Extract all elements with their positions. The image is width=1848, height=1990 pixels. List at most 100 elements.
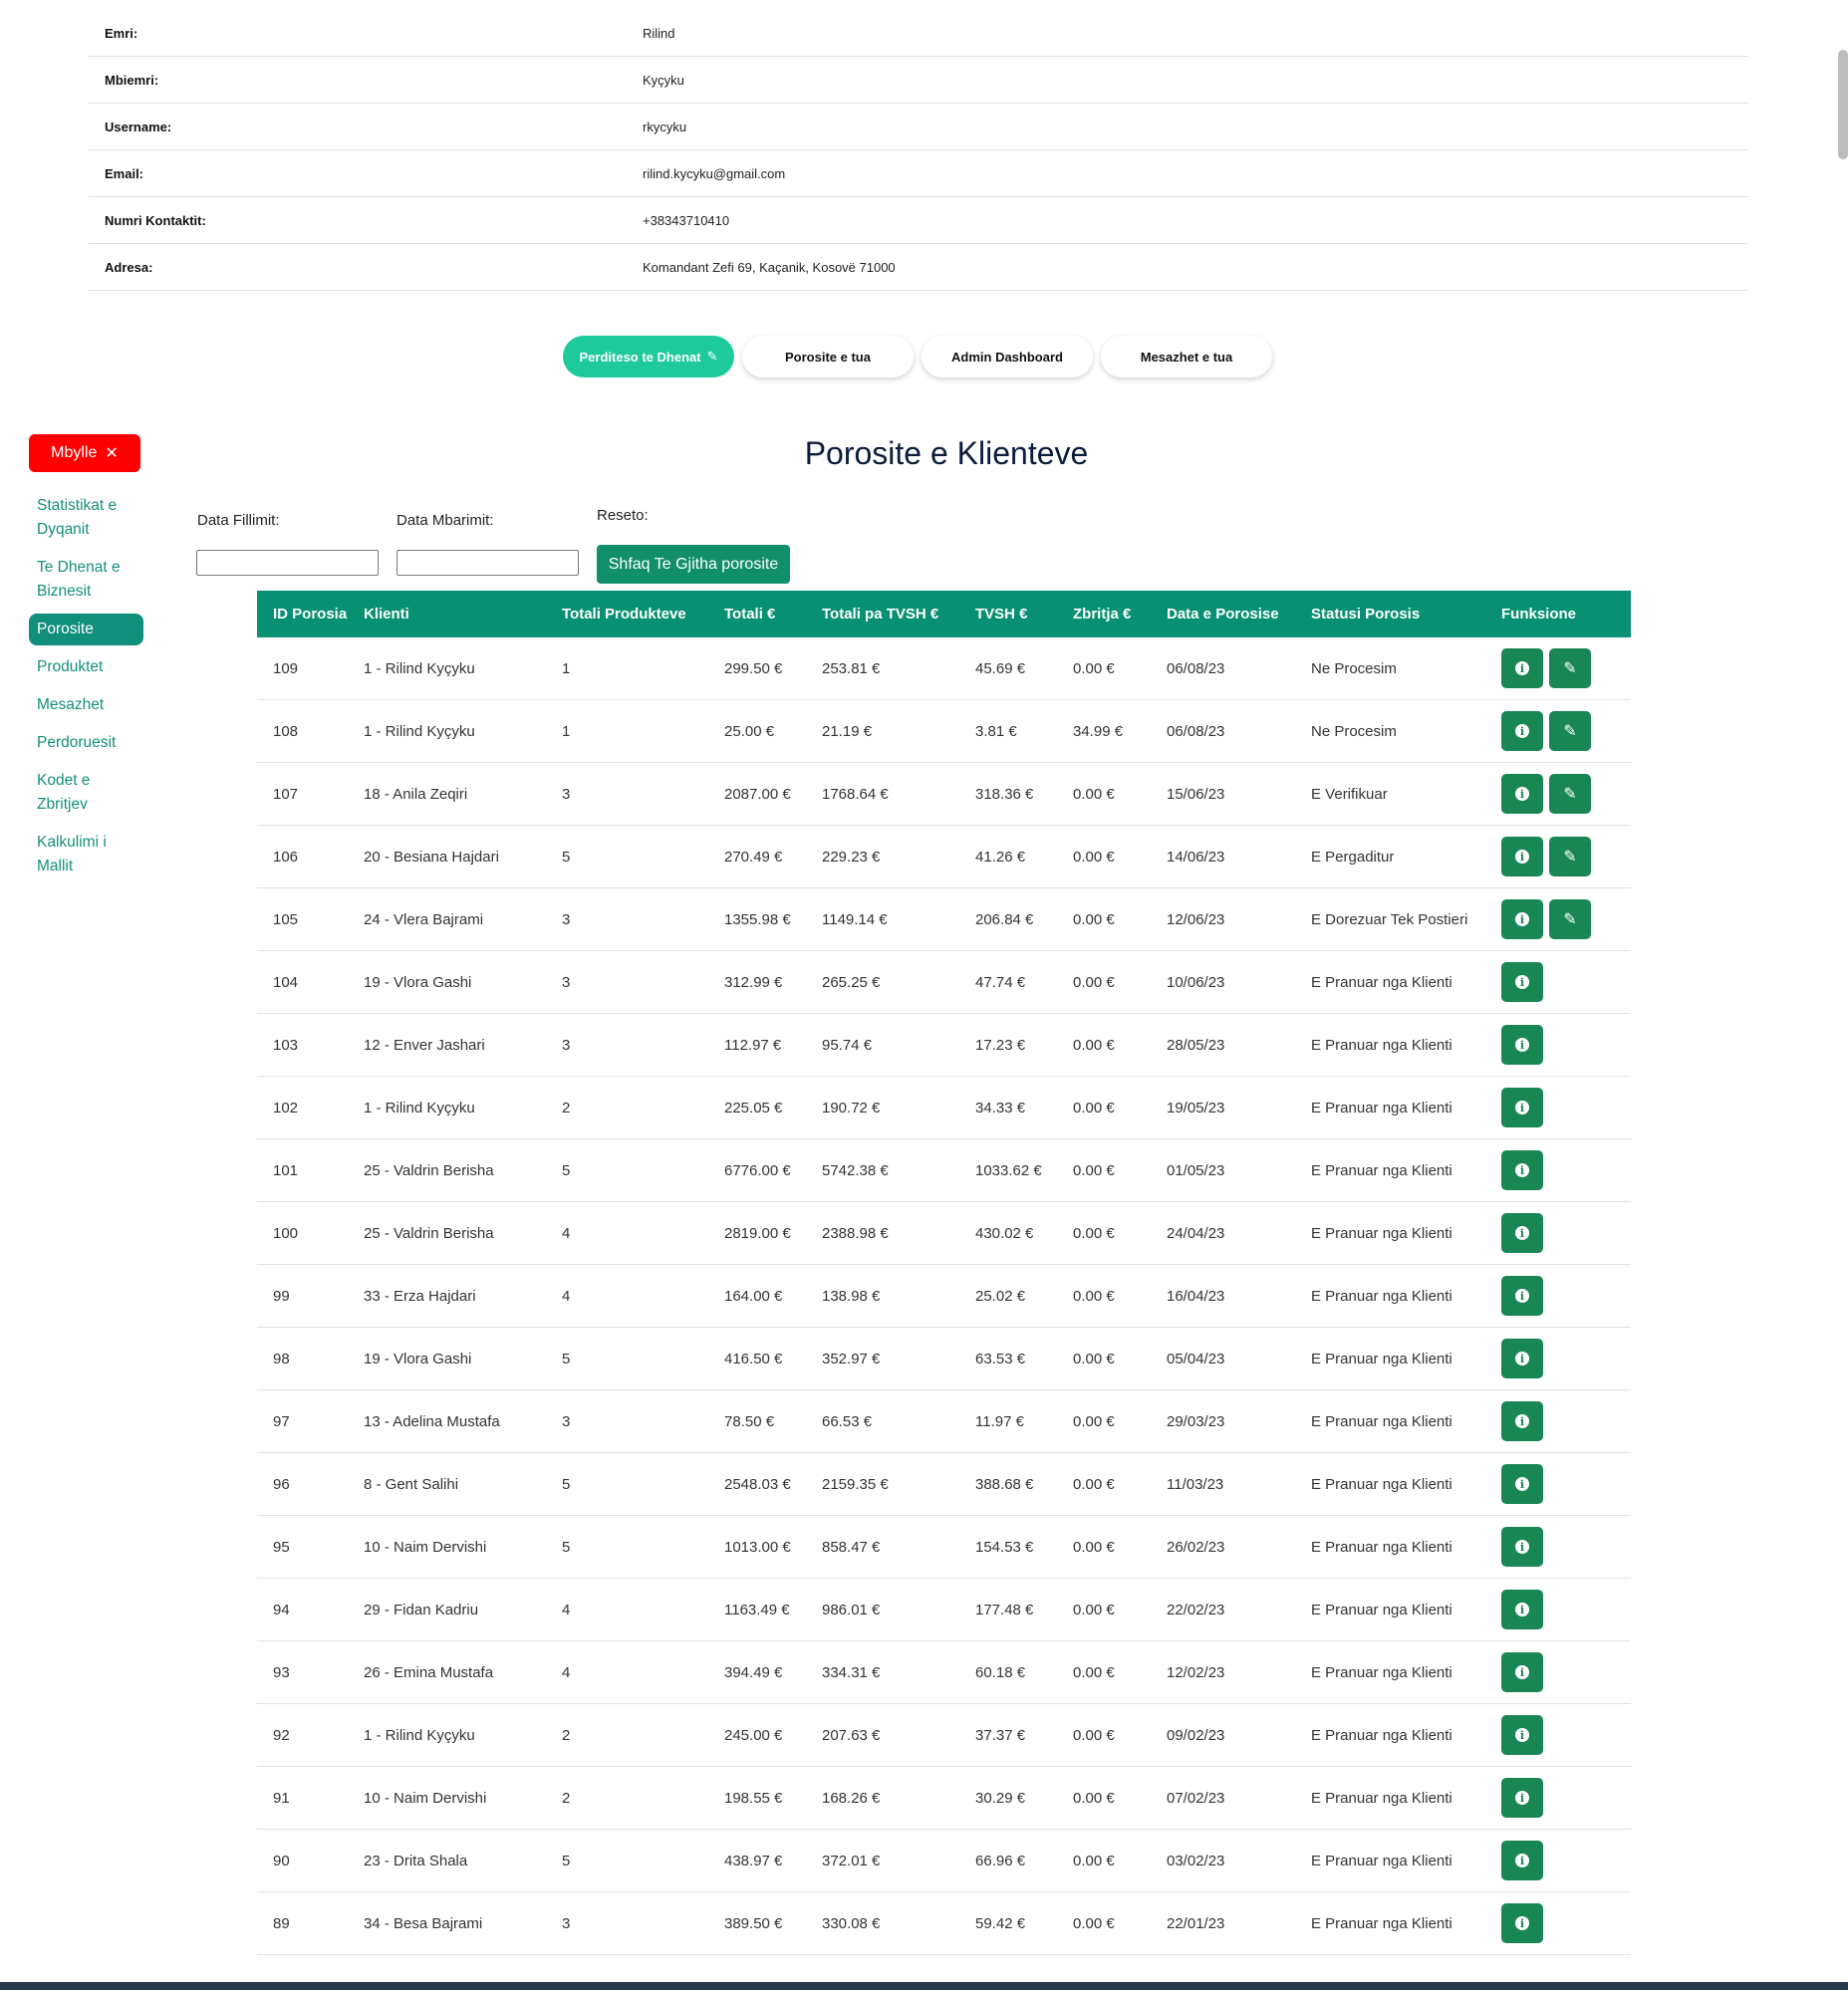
sidebar-item[interactable]: Produktet xyxy=(29,651,143,683)
order-details-button[interactable]: i xyxy=(1501,648,1543,688)
order-details-button[interactable]: i xyxy=(1501,1464,1543,1504)
table-cell: 12/06/23 xyxy=(1167,887,1311,951)
table-cell: 1 - Rilind Kyçyku xyxy=(364,1703,562,1767)
info-icon: i xyxy=(1515,1163,1529,1177)
sidebar-item[interactable]: Kodet e Zbritjev xyxy=(29,765,143,821)
info-icon: i xyxy=(1515,1352,1529,1366)
table-row: 98 19 - Vlora Gashi 5 416.50 €352.97 €63.53… xyxy=(257,1327,1631,1390)
table-cell: E Pranuar nga Klienti xyxy=(1311,1201,1501,1265)
order-details-button[interactable]: i xyxy=(1501,1715,1543,1755)
table-cell: 22/01/23 xyxy=(1167,1891,1311,1955)
table-cell: 3 xyxy=(562,1891,724,1955)
table-cell: 5 xyxy=(562,1829,724,1892)
order-details-button[interactable]: i xyxy=(1501,962,1543,1002)
order-details-button[interactable]: i xyxy=(1501,1652,1543,1692)
table-cell: 372.01 € xyxy=(822,1829,975,1892)
order-details-button[interactable]: i xyxy=(1501,837,1543,876)
my-messages-button[interactable]: Mesazhet e tua xyxy=(1101,336,1272,377)
table-cell: 105 xyxy=(257,887,364,951)
table-cell: 198.55 € xyxy=(724,1766,822,1830)
table-cell: 28/05/23 xyxy=(1167,1013,1311,1077)
table-cell: 0.00 € xyxy=(1073,1640,1167,1704)
order-details-button[interactable]: i xyxy=(1501,1841,1543,1880)
table-cell: 91 xyxy=(257,1766,364,1830)
table-cell: 23 - Drita Shala xyxy=(364,1829,562,1892)
order-details-button[interactable]: i xyxy=(1501,1903,1543,1943)
sidebar-item[interactable]: Statistikat e Dyqanit xyxy=(29,490,143,546)
my-orders-button[interactable]: Porosite e tua xyxy=(742,336,914,377)
info-icon: i xyxy=(1515,787,1529,801)
table-cell: 8 - Gent Salihi xyxy=(364,1452,562,1516)
order-details-button[interactable]: i xyxy=(1501,1527,1543,1567)
update-profile-button[interactable]: Perditeso te Dhenat ✎ xyxy=(563,336,734,377)
sidebar-item[interactable]: Porosite xyxy=(29,614,143,645)
row-actions: i ✎ xyxy=(1501,887,1631,951)
sidebar-item[interactable]: Kalkulimi i Mallit xyxy=(29,827,143,882)
row-actions: i xyxy=(1501,1766,1631,1830)
table-cell: E Pranuar nga Klienti xyxy=(1311,1640,1501,1704)
order-details-button[interactable]: i xyxy=(1501,774,1543,814)
info-icon: i xyxy=(1515,1791,1529,1805)
column-header: TVSH € xyxy=(975,591,1073,637)
order-details-button[interactable]: i xyxy=(1501,899,1543,939)
table-cell: E Pranuar nga Klienti xyxy=(1311,950,1501,1014)
edit-order-button[interactable]: ✎ xyxy=(1549,837,1591,876)
admin-dashboard-button[interactable]: Admin Dashboard xyxy=(922,336,1093,377)
my-messages-label: Mesazhet e tua xyxy=(1140,349,1233,365)
order-details-button[interactable]: i xyxy=(1501,1778,1543,1818)
table-cell: 177.48 € xyxy=(975,1578,1073,1641)
table-cell: 3 xyxy=(562,1013,724,1077)
order-details-button[interactable]: i xyxy=(1501,1088,1543,1127)
table-cell: 5 xyxy=(562,1452,724,1516)
table-cell: 207.63 € xyxy=(822,1703,975,1767)
info-icon: i xyxy=(1515,661,1529,675)
order-details-button[interactable]: i xyxy=(1501,1276,1543,1316)
edit-order-button[interactable]: ✎ xyxy=(1549,648,1591,688)
table-cell: 2 xyxy=(562,1766,724,1830)
column-header: Totali pa TVSH € xyxy=(822,591,975,637)
admin-sidebar: Statistikat e Dyqanit Te Dhenat e Biznesi… xyxy=(29,490,143,888)
sidebar-item[interactable]: Mesazhet xyxy=(29,689,143,721)
edit-order-button[interactable]: ✎ xyxy=(1549,899,1591,939)
table-cell: E Pranuar nga Klienti xyxy=(1311,1578,1501,1641)
end-date-input[interactable] xyxy=(396,550,579,576)
info-icon: i xyxy=(1515,912,1529,926)
profile-row: Username: rkycyku xyxy=(89,104,1748,150)
profile-row: Mbiemri: Kyçyku xyxy=(89,57,1748,104)
profile-actions: Perditeso te Dhenat ✎ Porosite e tua Adm… xyxy=(563,336,1272,377)
order-details-button[interactable]: i xyxy=(1501,1401,1543,1441)
row-actions: i ✎ xyxy=(1501,762,1631,826)
table-cell: 0.00 € xyxy=(1073,1515,1167,1579)
table-row: 105 24 - Vlera Bajrami 3 1355.98 €1149.14 €… xyxy=(257,887,1631,951)
order-details-button[interactable]: i xyxy=(1501,711,1543,751)
info-icon: i xyxy=(1515,724,1529,738)
table-cell: 22/02/23 xyxy=(1167,1578,1311,1641)
scrollbar-thumb[interactable] xyxy=(1838,50,1848,159)
edit-order-button[interactable]: ✎ xyxy=(1549,711,1591,751)
table-cell: 0.00 € xyxy=(1073,825,1167,888)
edit-icon: ✎ xyxy=(1563,849,1577,866)
sidebar-item[interactable]: Perdoruesit xyxy=(29,727,143,759)
table-cell: 97 xyxy=(257,1389,364,1453)
table-row: 99 33 - Erza Hajdari 4 164.00 €138.98 €25.0… xyxy=(257,1264,1631,1328)
edit-icon: ✎ xyxy=(1563,911,1577,928)
table-cell: 0.00 € xyxy=(1073,1452,1167,1516)
table-cell: 253.81 € xyxy=(822,637,975,700)
column-header: Statusi Porosis xyxy=(1311,591,1501,637)
my-orders-label: Porosite e tua xyxy=(785,349,871,365)
info-icon: i xyxy=(1515,1540,1529,1554)
sidebar-item[interactable]: Te Dhenat e Biznesit xyxy=(29,552,143,608)
order-details-button[interactable]: i xyxy=(1501,1213,1543,1253)
order-details-button[interactable]: i xyxy=(1501,1590,1543,1629)
show-all-orders-button[interactable]: Shfaq Te Gjitha porosite xyxy=(597,545,790,584)
order-details-button[interactable]: i xyxy=(1501,1339,1543,1378)
table-cell: E Pergaditur xyxy=(1311,825,1501,888)
table-cell: 3 xyxy=(562,950,724,1014)
table-cell: 229.23 € xyxy=(822,825,975,888)
order-details-button[interactable]: i xyxy=(1501,1150,1543,1190)
table-cell: 2 xyxy=(562,1076,724,1139)
start-date-input[interactable] xyxy=(196,550,379,576)
profile-value: rkycyku xyxy=(643,119,687,134)
order-details-button[interactable]: i xyxy=(1501,1025,1543,1065)
edit-order-button[interactable]: ✎ xyxy=(1549,774,1591,814)
